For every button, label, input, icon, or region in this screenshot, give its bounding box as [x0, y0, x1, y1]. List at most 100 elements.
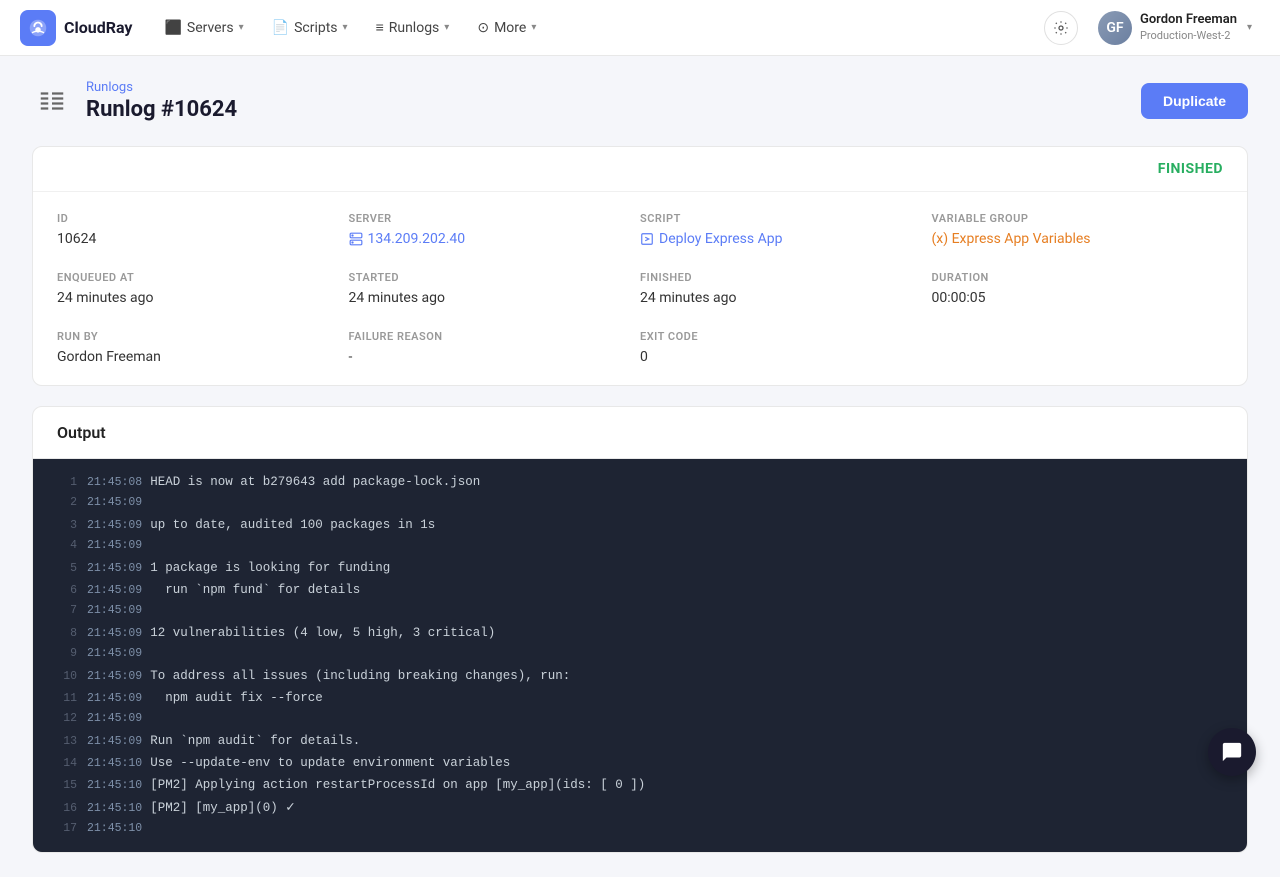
terminal-line: 5 21:45:09 1 package is looking for fundin… — [33, 557, 1247, 579]
line-number: 7 — [49, 602, 77, 620]
brand-logo-link[interactable]: CloudRay — [20, 10, 132, 46]
server-icon — [349, 232, 363, 246]
failure-reason-label: FAILURE REASON — [349, 330, 625, 343]
terminal[interactable]: 1 21:45:08 HEAD is now at b279643 add pack… — [33, 459, 1247, 852]
exit-code-label: EXIT CODE — [640, 330, 916, 343]
line-content: 12 vulnerabilities (4 low, 5 high, 3 cri… — [150, 623, 495, 643]
line-content: npm audit fix --force — [150, 688, 323, 708]
field-exit-code: EXIT CODE 0 — [640, 330, 932, 365]
nav-scripts[interactable]: 📄 Scripts ▾ — [260, 14, 360, 42]
card-fields: ID 10624 SERVER 134.209.202.40 — [33, 192, 1247, 385]
terminal-line: 421:45:09 — [33, 536, 1247, 556]
output-title: Output — [57, 423, 106, 442]
line-number: 13 — [49, 733, 77, 751]
line-content: Use --update-env to update environment v… — [150, 753, 510, 773]
line-content: 1 package is looking for funding — [150, 558, 390, 578]
server-link[interactable]: 134.209.202.40 — [349, 231, 625, 247]
line-timestamp: 21:45:09 — [87, 645, 142, 663]
line-number: 1 — [49, 474, 77, 492]
page-title: Runlog #10624 — [86, 97, 237, 122]
run-by-label: RUN BY — [57, 330, 333, 343]
nav-more[interactable]: ⊙ More ▾ — [465, 14, 548, 42]
notifications-button[interactable] — [1044, 11, 1078, 45]
line-number: 6 — [49, 582, 77, 600]
user-info: Gordon Freeman Production-West-2 — [1140, 12, 1237, 43]
navbar: CloudRay ⬛ Servers ▾ 📄 Scripts ▾ ≡ Runlo… — [0, 0, 1280, 56]
field-enqueued: ENQUEUED AT 24 minutes ago — [57, 271, 349, 306]
field-empty — [932, 330, 1224, 365]
field-id: ID 10624 — [57, 212, 349, 247]
avatar: GF — [1098, 11, 1132, 45]
script-link[interactable]: Deploy Express App — [640, 231, 916, 247]
server-icon: ⬛ — [164, 20, 181, 36]
user-name: Gordon Freeman — [1140, 12, 1237, 29]
duration-label: DURATION — [932, 271, 1208, 284]
runlog-icon — [32, 81, 72, 121]
page-header: Runlogs Runlog #10624 Duplicate — [32, 80, 1248, 122]
more-icon: ⊙ — [477, 20, 489, 36]
line-number: 4 — [49, 537, 77, 555]
line-number: 16 — [49, 800, 77, 818]
user-menu[interactable]: GF Gordon Freeman Production-West-2 ▾ — [1090, 7, 1260, 49]
page-content: Runlogs Runlog #10624 Duplicate FINISHED… — [0, 56, 1280, 877]
runlog-details-card: FINISHED ID 10624 SERVER — [32, 146, 1248, 386]
started-value: 24 minutes ago — [349, 290, 625, 306]
finished-label: FINISHED — [640, 271, 916, 284]
line-number: 2 — [49, 494, 77, 512]
field-started: STARTED 24 minutes ago — [349, 271, 641, 306]
terminal-line: 321:45:09up to date, audited 100 package… — [33, 514, 1247, 536]
terminal-line: 16 21:45:10 [PM2] [my_app](0) ✓ — [33, 797, 1247, 819]
output-card: Output 1 21:45:08 HEAD is now at b279643 a… — [32, 406, 1248, 853]
duplicate-button[interactable]: Duplicate — [1141, 83, 1248, 119]
script-icon — [640, 232, 654, 246]
line-timestamp: 21:45:10 — [87, 800, 142, 818]
title-block: Runlogs Runlog #10624 — [86, 80, 237, 122]
line-number: 8 — [49, 625, 77, 643]
line-content: Run `npm audit` for details. — [150, 731, 360, 751]
line-timestamp: 21:45:10 — [87, 820, 142, 838]
failure-reason-value: - — [349, 349, 625, 365]
status-bar: FINISHED — [33, 147, 1247, 192]
variable-group-link[interactable]: (x) Express App Variables — [932, 231, 1208, 247]
nav-servers[interactable]: ⬛ Servers ▾ — [152, 14, 255, 42]
runlogs-icon: ≡ — [376, 19, 384, 36]
line-timestamp: 21:45:09 — [87, 733, 142, 751]
chat-button[interactable] — [1208, 728, 1256, 776]
enqueued-value: 24 minutes ago — [57, 290, 333, 306]
field-failure-reason: FAILURE REASON - — [349, 330, 641, 365]
status-badge: FINISHED — [1158, 161, 1223, 177]
script-label: SCRIPT — [640, 212, 916, 225]
line-number: 5 — [49, 560, 77, 578]
line-number: 12 — [49, 710, 77, 728]
terminal-line: 221:45:09 — [33, 493, 1247, 513]
terminal-line: 621:45:09 run `npm fund` for details — [33, 579, 1247, 601]
terminal-line: 8 21:45:09 12 vulnerabilities (4 low, 5 hi… — [33, 622, 1247, 644]
terminal-line: 1521:45:10[PM2] Applying action restartP… — [33, 774, 1247, 796]
chevron-icon: ▾ — [239, 22, 244, 33]
script-icon: 📄 — [272, 20, 289, 36]
field-finished: FINISHED 24 minutes ago — [640, 271, 932, 306]
exit-code-value: 0 — [640, 349, 916, 365]
started-label: STARTED — [349, 271, 625, 284]
chevron-icon: ▾ — [343, 22, 348, 33]
field-run-by: RUN BY Gordon Freeman — [57, 330, 349, 365]
line-content: [PM2] Applying action restartProcessId o… — [150, 775, 645, 795]
breadcrumb[interactable]: Runlogs — [86, 80, 237, 95]
output-header: Output — [33, 407, 1247, 459]
chevron-icon: ▾ — [531, 22, 536, 33]
line-content: [PM2] [my_app](0) ✓ — [150, 798, 296, 818]
id-label: ID — [57, 212, 333, 225]
line-timestamp: 21:45:09 — [87, 690, 142, 708]
line-content: HEAD is now at b279643 add package-lock.… — [150, 472, 480, 492]
line-timestamp: 21:45:09 — [87, 560, 142, 578]
line-content: run `npm fund` for details — [150, 580, 360, 600]
line-timestamp: 21:45:09 — [87, 625, 142, 643]
terminal-line: 1221:45:09 — [33, 709, 1247, 729]
field-script: SCRIPT Deploy Express App — [640, 212, 932, 247]
line-timestamp: 21:45:10 — [87, 755, 142, 773]
line-timestamp: 21:45:08 — [87, 474, 142, 492]
id-value: 10624 — [57, 231, 333, 247]
nav-runlogs[interactable]: ≡ Runlogs ▾ — [364, 13, 462, 42]
terminal-line: 1721:45:10 — [33, 819, 1247, 839]
server-label: SERVER — [349, 212, 625, 225]
